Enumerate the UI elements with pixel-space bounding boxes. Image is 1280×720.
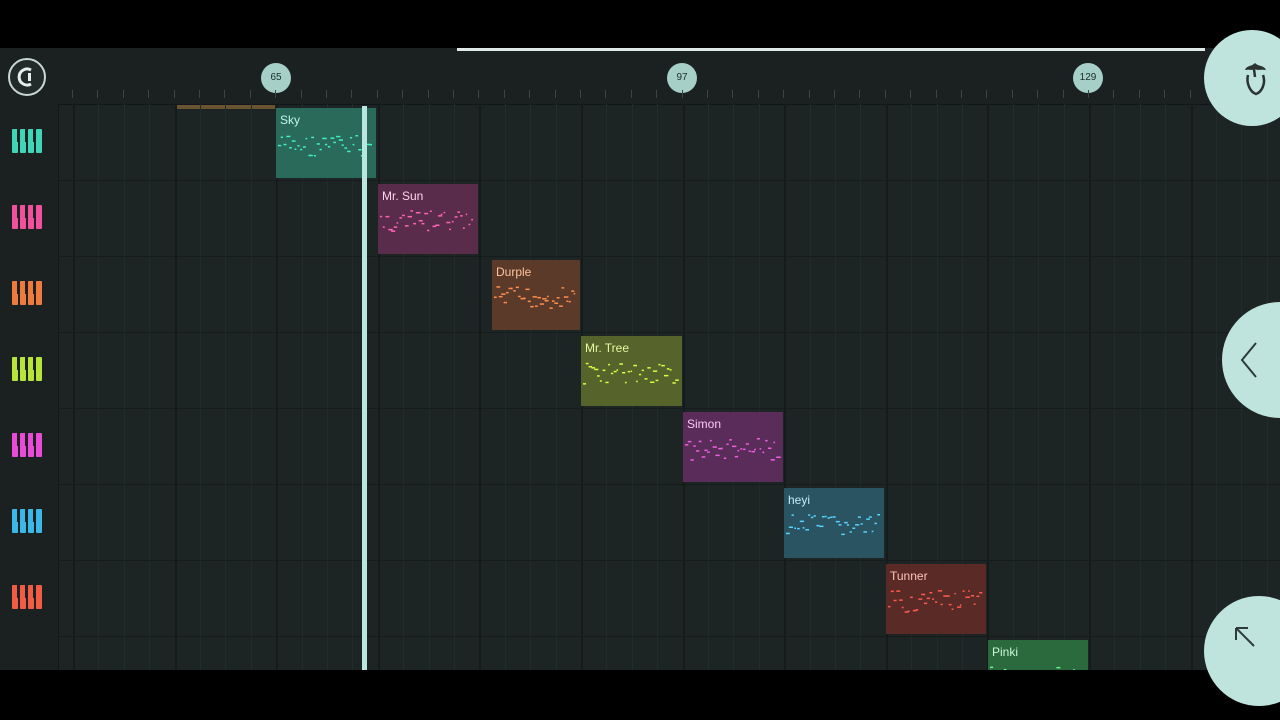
- ruler-tick: [453, 90, 454, 98]
- clip-label: Sky: [280, 113, 301, 127]
- ruler-tick: [1037, 90, 1038, 98]
- clip-label: Tunner: [890, 569, 928, 583]
- clip-label: heyi: [788, 493, 811, 507]
- ruler-tick: [478, 90, 479, 98]
- song-progress-bar: [457, 48, 1205, 51]
- ruler-tick: [809, 90, 810, 98]
- ruler-tick: [707, 90, 708, 98]
- ruler-tick: [174, 90, 175, 98]
- ruler-tick: [885, 90, 886, 98]
- ruler-tick: [631, 90, 632, 98]
- ruler-tick: [1113, 90, 1114, 98]
- track-5-keys-icon[interactable]: [12, 433, 46, 459]
- track-row[interactable]: [58, 180, 1280, 257]
- clip-label: Mr. Sun: [382, 189, 424, 203]
- ruler-tick: [301, 90, 302, 98]
- ruler-tick: [1190, 90, 1191, 98]
- ruler-tick: [326, 90, 327, 98]
- track-row[interactable]: [58, 560, 1280, 637]
- ruler-tick: [123, 90, 124, 98]
- clip-heyi[interactable]: heyi: [784, 488, 884, 558]
- ruler-tick: [504, 90, 505, 98]
- magnet-icon: [17, 67, 32, 87]
- ruler-tick: [936, 90, 937, 98]
- clip-pinki[interactable]: Pinki: [988, 640, 1088, 670]
- track-row[interactable]: [58, 408, 1280, 485]
- track-2-keys-icon[interactable]: [12, 205, 46, 231]
- ruler-tick: [351, 90, 352, 98]
- ruler-tick: [1139, 90, 1140, 98]
- timeline-ruler[interactable]: 65 97 129: [0, 48, 1280, 109]
- clip-label: Simon: [687, 417, 722, 431]
- ruler-tick: [250, 90, 251, 98]
- track-4-keys-icon[interactable]: [12, 357, 46, 383]
- arrow-up-left-icon: [1235, 627, 1255, 647]
- bar-marker-65[interactable]: 65: [261, 63, 291, 93]
- ruler-tick: [148, 90, 149, 98]
- ruler-tick: [986, 90, 987, 98]
- clip-label: Mr. Tree: [585, 341, 630, 355]
- ruler-tick: [859, 90, 860, 98]
- ruler-tick: [1012, 90, 1013, 98]
- clip-simon[interactable]: Simon: [683, 412, 783, 482]
- ruler-tick: [555, 90, 556, 98]
- clip-tunner[interactable]: Tunner: [886, 564, 986, 634]
- ruler-tick: [758, 90, 759, 98]
- playhead[interactable]: [362, 106, 367, 670]
- ruler-tick: [834, 90, 835, 98]
- track-7-keys-icon[interactable]: [12, 585, 46, 611]
- ruler-tick: [72, 90, 73, 98]
- ruler-tick: [682, 90, 683, 98]
- ruler-tick: [783, 90, 784, 98]
- track-6-keys-icon[interactable]: [12, 509, 46, 535]
- clip-label: Durple: [496, 265, 532, 279]
- bar-marker-129[interactable]: 129: [1073, 63, 1103, 93]
- ruler-tick: [580, 90, 581, 98]
- ruler-tick: [961, 90, 962, 98]
- clip-sky[interactable]: Sky: [276, 108, 376, 178]
- ruler-tick: [199, 90, 200, 98]
- ruler-tick: [275, 90, 276, 98]
- ruler-tick: [529, 90, 530, 98]
- ruler-tick: [97, 90, 98, 98]
- ruler-tick: [377, 90, 378, 98]
- ruler-tick: [605, 90, 606, 98]
- bar-marker-97[interactable]: 97: [667, 63, 697, 93]
- ruler-tick: [224, 90, 225, 98]
- ruler-tick: [1088, 90, 1089, 98]
- track-row[interactable]: [58, 636, 1280, 670]
- ruler-tick: [910, 90, 911, 98]
- ruler-tick: [656, 90, 657, 98]
- clip-mr-sun[interactable]: Mr. Sun: [378, 184, 478, 254]
- ruler-tick: [732, 90, 733, 98]
- fruit-logo-icon: [1245, 63, 1266, 96]
- chevron-left-icon: [1240, 342, 1257, 378]
- playlist-view: 65 97 129 Sky Mr. Sun Durple Mr. Tree Si…: [0, 48, 1280, 670]
- track-1-keys-icon[interactable]: [12, 129, 46, 155]
- track-sidebar: [0, 104, 59, 670]
- playlist-grid[interactable]: Sky Mr. Sun Durple Mr. Tree Simon heyi T…: [58, 104, 1280, 670]
- track-row[interactable]: [58, 104, 1280, 181]
- clip-mr-tree[interactable]: Mr. Tree: [581, 336, 682, 406]
- ruler-tick: [428, 90, 429, 98]
- ruler-tick: [1063, 90, 1064, 98]
- ruler-tick: [402, 90, 403, 98]
- track-row[interactable]: [58, 484, 1280, 561]
- ruler-tick: [1164, 90, 1165, 98]
- track-row[interactable]: [58, 256, 1280, 333]
- snap-button[interactable]: [8, 58, 46, 96]
- clip-durple[interactable]: Durple: [492, 260, 580, 330]
- clip-label: Pinki: [992, 645, 1019, 659]
- track-3-keys-icon[interactable]: [12, 281, 46, 307]
